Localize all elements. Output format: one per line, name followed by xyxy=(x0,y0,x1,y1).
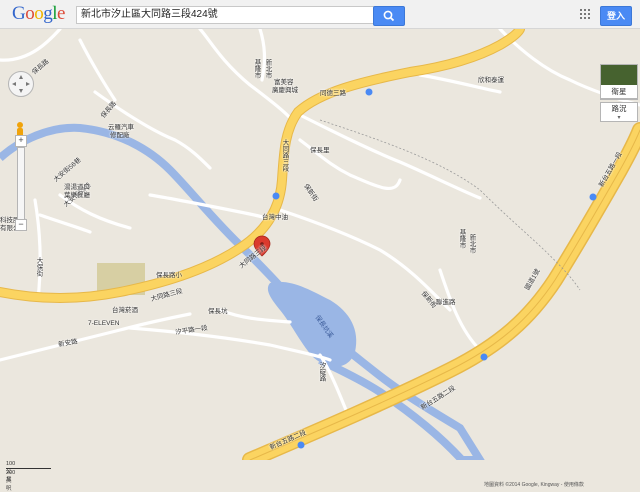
google-logo[interactable]: Google xyxy=(12,3,65,25)
map-label: 新北市 xyxy=(468,234,475,254)
scale-line xyxy=(6,468,51,469)
chevron-down-icon: ▾ xyxy=(617,115,621,121)
apps-grid-icon[interactable] xyxy=(580,9,590,19)
logo-letter: g xyxy=(43,3,53,24)
traffic-toggle[interactable]: 路況 ▾ xyxy=(600,102,638,122)
satellite-label[interactable]: 衛星 xyxy=(600,85,638,99)
map-label: 保長路小 xyxy=(156,272,182,279)
logo-letter: o xyxy=(25,3,35,24)
map-label: 大保街 xyxy=(35,257,42,277)
logo-letter: G xyxy=(12,3,26,24)
search-input[interactable]: 新北市汐止區大同路三段424號 xyxy=(76,6,378,24)
sign-in-button[interactable]: 登入 xyxy=(600,6,632,26)
attribution[interactable]: 地圖資料 ©2014 Google, Kingway - 使用條款 xyxy=(484,481,584,488)
search-button[interactable] xyxy=(373,6,405,26)
map-label: 廣慶興城 xyxy=(272,87,298,94)
map-canvas[interactable]: 同德三路 大同路三段 大同路三段 大同路三段 基隆市 新北市 基隆市 新北市 富… xyxy=(0,29,640,492)
top-bar: Google 新北市汐止區大同路三段424號 登入 xyxy=(0,0,640,29)
map-label: 台灣菸酒 xyxy=(112,307,138,314)
map-label: 聯進路 xyxy=(436,299,456,306)
logo-letter: o xyxy=(34,3,44,24)
map-label: 汐碇路 xyxy=(318,362,325,382)
zoom-slider-track[interactable] xyxy=(17,147,25,229)
pan-control[interactable] xyxy=(8,71,34,97)
scale-imperial: 200 英呎 xyxy=(6,470,16,492)
map-label: 基隆市 xyxy=(458,229,465,249)
map-label: 欣和泰運 xyxy=(478,77,504,84)
pan-arrows-icon xyxy=(12,75,30,93)
map-label: 保長里 xyxy=(310,147,330,154)
map-label: 大同路三段 xyxy=(281,139,288,172)
map-label: 葉樂餐廳 xyxy=(64,192,90,199)
search-icon xyxy=(383,10,395,22)
map-label: 7-ELEVEN xyxy=(88,320,120,327)
zoom-out-button[interactable]: − xyxy=(15,219,27,231)
map-label: 保長坑 xyxy=(208,308,228,315)
traffic-label: 路況 xyxy=(611,104,627,113)
logo-letter: e xyxy=(57,3,65,24)
zoom-in-button[interactable]: + xyxy=(15,135,27,147)
map-label: 修配廠 xyxy=(110,132,130,139)
map-label: 同德三路 xyxy=(320,90,346,97)
map-label: 新北市 xyxy=(264,59,271,79)
map-label: 基隆市 xyxy=(253,59,260,79)
map-label: 台灣中油 xyxy=(262,214,288,221)
